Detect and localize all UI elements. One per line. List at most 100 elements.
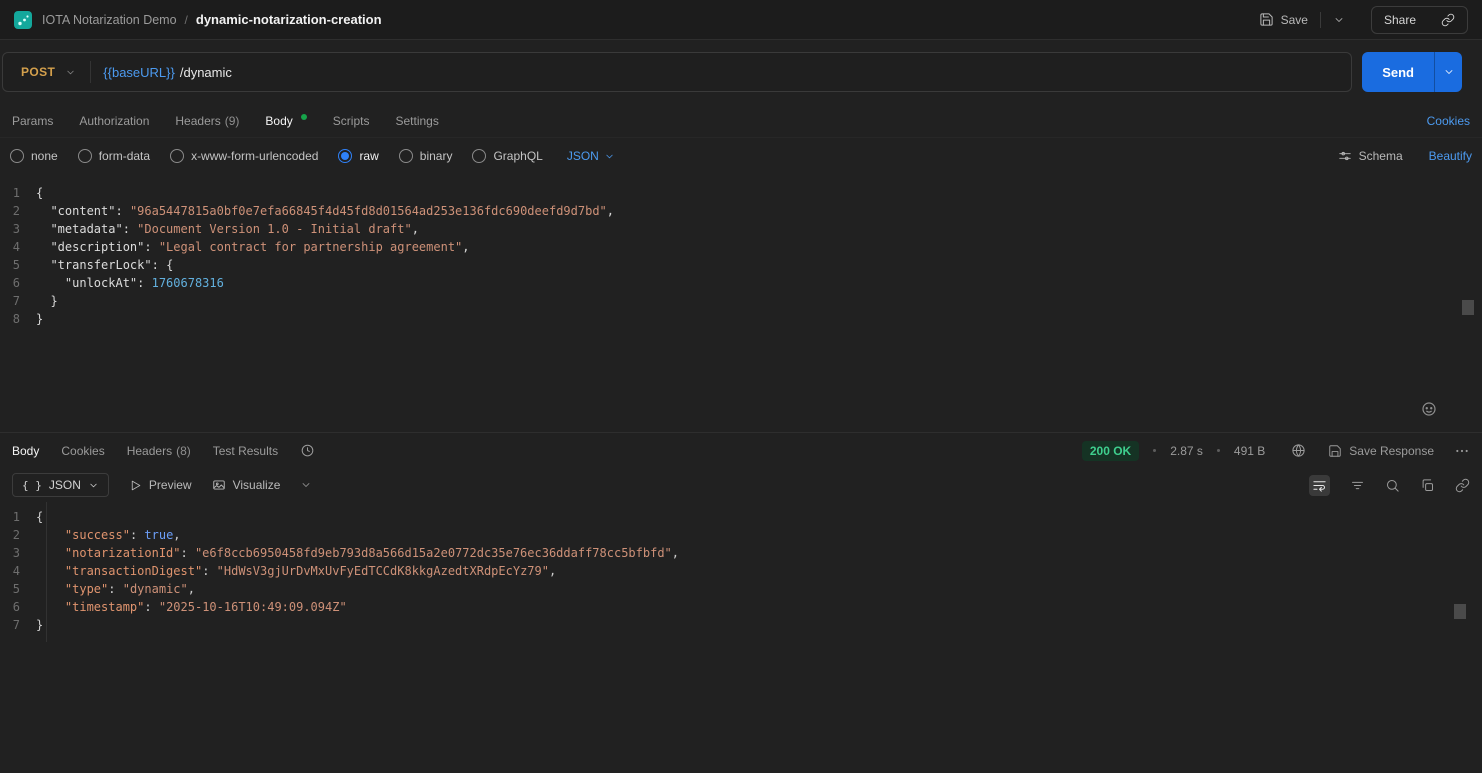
response-tab-cookies[interactable]: Cookies [61, 444, 104, 458]
code-line: 2 "success": true, [0, 526, 1482, 544]
visualize-button[interactable]: Visualize [212, 478, 281, 492]
tab-authorization-label: Authorization [79, 114, 149, 128]
body-type-binary[interactable]: binary [399, 149, 453, 163]
visualize-label: Visualize [233, 478, 281, 492]
line-content: "content": "96a5447815a0bf0e7efa66845f4d… [36, 202, 614, 220]
save-response-button[interactable]: Save Response [1328, 444, 1434, 458]
preview-button[interactable]: Preview [129, 478, 192, 492]
network-globe-icon[interactable] [1291, 443, 1306, 458]
save-button-label: Save [1281, 13, 1308, 27]
method-select[interactable]: POST [3, 53, 90, 91]
headers-count: (9) [225, 114, 240, 128]
line-content: "transactionDigest": "HdWsV3gjUrDvMxUvFy… [36, 562, 556, 580]
tab-settings[interactable]: Settings [395, 114, 438, 128]
body-type-raw[interactable]: raw [338, 149, 378, 163]
response-tab-test-results-label: Test Results [213, 444, 278, 458]
share-button[interactable]: Share [1372, 7, 1428, 33]
breadcrumb: IOTA Notarization Demo / dynamic-notariz… [42, 12, 382, 27]
tab-params-label: Params [12, 114, 53, 128]
code-line: 1{ [0, 508, 1482, 526]
send-button-label: Send [1382, 65, 1414, 80]
radio-icon [472, 149, 486, 163]
tab-params[interactable]: Params [12, 114, 53, 128]
body-type-bar: none form-data x-www-form-urlencoded raw… [0, 138, 1482, 174]
raw-language-select[interactable]: JSON [567, 149, 615, 163]
response-format-select[interactable]: { } JSON [12, 473, 109, 497]
chevron-down-icon [88, 480, 99, 491]
line-number: 1 [0, 508, 36, 526]
tab-scripts[interactable]: Scripts [333, 114, 370, 128]
response-viewer-scrollbar[interactable] [1454, 604, 1466, 619]
request-title: dynamic-notarization-creation [196, 12, 382, 27]
save-dropdown-button[interactable] [1325, 8, 1353, 32]
body-type-x-www-form-urlencoded[interactable]: x-www-form-urlencoded [170, 149, 318, 163]
line-number: 5 [0, 256, 36, 274]
line-content: "unlockAt": 1760678316 [36, 274, 224, 292]
line-content: "description": "Legal contract for partn… [36, 238, 470, 256]
request-body-editor[interactable]: 1{2 "content": "96a5447815a0bf0e7efa6684… [0, 174, 1482, 432]
tab-scripts-label: Scripts [333, 114, 370, 128]
beautify-button[interactable]: Beautify [1429, 149, 1472, 163]
url-input[interactable]: {{baseURL}} /dynamic [91, 53, 1351, 91]
copy-link-button[interactable] [1429, 7, 1467, 33]
response-format-label: JSON [49, 478, 81, 492]
line-content: "success": true, [36, 526, 181, 544]
workspace-name[interactable]: IOTA Notarization Demo [42, 13, 177, 27]
save-split-divider [1320, 12, 1321, 28]
line-content: } [36, 310, 43, 328]
code-line: 5 "type": "dynamic", [0, 580, 1482, 598]
line-content: { [36, 508, 43, 526]
chevron-down-icon [604, 151, 615, 162]
body-type-graphql[interactable]: GraphQL [472, 149, 542, 163]
share-button-label: Share [1384, 13, 1416, 27]
send-dropdown-button[interactable] [1434, 52, 1462, 92]
line-number: 6 [0, 274, 36, 292]
tab-authorization[interactable]: Authorization [79, 114, 149, 128]
code-line: 7 } [0, 292, 1482, 310]
line-number: 6 [0, 598, 36, 616]
search-button[interactable] [1385, 478, 1400, 493]
code-line: 4 "description": "Legal contract for par… [0, 238, 1482, 256]
send-button[interactable]: Send [1362, 52, 1434, 92]
request-url-box: POST {{baseURL}} /dynamic [2, 52, 1352, 92]
collapse-chevron-icon[interactable] [300, 479, 312, 491]
link-button[interactable] [1455, 478, 1470, 493]
request-editor-scrollbar[interactable] [1462, 300, 1474, 315]
response-tab-headers-label: Headers [127, 444, 172, 458]
response-tab-body[interactable]: Body [12, 444, 39, 458]
wrap-text-button[interactable] [1309, 475, 1330, 496]
tab-body[interactable]: Body [265, 114, 306, 128]
response-body-code: 1{2 "success": true,3 "notarizationId": … [0, 508, 1482, 634]
request-body-code: 1{2 "content": "96a5447815a0bf0e7efa6684… [0, 184, 1482, 328]
save-response-icon [1328, 444, 1342, 458]
cookies-link[interactable]: Cookies [1427, 114, 1470, 128]
response-tab-headers[interactable]: Headers (8) [127, 444, 191, 458]
response-time: 2.87 s [1170, 444, 1203, 458]
sliders-icon [1338, 149, 1352, 163]
response-body-viewer[interactable]: 1{2 "success": true,3 "notarizationId": … [0, 502, 1482, 773]
body-type-binary-label: binary [420, 149, 453, 163]
chevron-down-icon [65, 67, 76, 78]
postbot-icon[interactable] [1420, 400, 1438, 418]
url-path: /dynamic [180, 65, 232, 80]
line-content: "type": "dynamic", [36, 580, 195, 598]
line-number: 8 [0, 310, 36, 328]
response-history-button[interactable] [300, 443, 315, 458]
save-button[interactable]: Save [1251, 6, 1316, 33]
filter-button[interactable] [1350, 478, 1365, 493]
body-type-form-data[interactable]: form-data [78, 149, 150, 163]
method-label: POST [21, 65, 55, 79]
code-line: 6 "timestamp": "2025-10-16T10:49:09.094Z… [0, 598, 1482, 616]
body-type-none[interactable]: none [10, 149, 58, 163]
response-tab-test-results[interactable]: Test Results [213, 444, 278, 458]
link-icon [1441, 13, 1455, 27]
chevron-down-icon [1333, 14, 1345, 26]
body-type-raw-label: raw [359, 149, 378, 163]
more-options-icon[interactable] [1454, 443, 1470, 459]
code-line: 4 "transactionDigest": "HdWsV3gjUrDvMxUv… [0, 562, 1482, 580]
tab-headers[interactable]: Headers (9) [175, 114, 239, 128]
copy-button[interactable] [1420, 478, 1435, 493]
body-type-none-label: none [31, 149, 58, 163]
send-split-button: Send [1362, 52, 1462, 92]
schema-button[interactable]: Schema [1338, 149, 1403, 163]
